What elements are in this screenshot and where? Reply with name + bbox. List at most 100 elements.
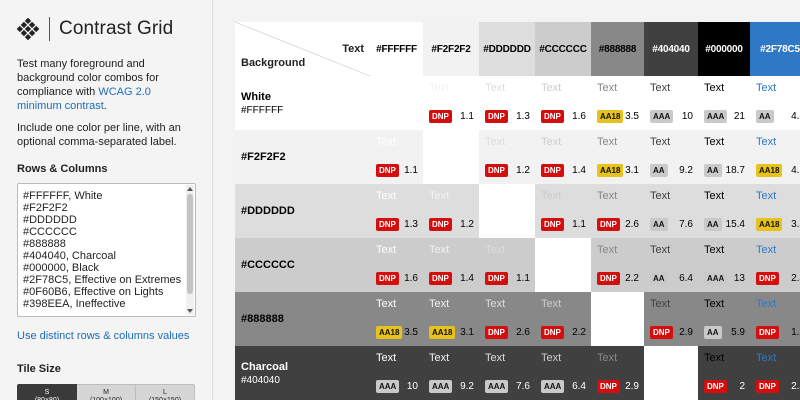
textarea-line: #0F60B6, Effective on Lights xyxy=(23,286,164,298)
sample-text: Text xyxy=(756,136,777,148)
column-header: #FFFFFF xyxy=(370,22,423,76)
sample-text: Text xyxy=(756,298,777,310)
scroll-down-icon[interactable] xyxy=(187,309,193,313)
sample-text: Text xyxy=(756,190,777,202)
contrast-ratio: 3.3 xyxy=(791,219,800,230)
rating-badge: DNP xyxy=(485,110,508,123)
contrast-tile: Text AAA 10 xyxy=(644,76,698,130)
sample-text: Text xyxy=(704,244,725,256)
contrast-ratio: 1.2 xyxy=(460,219,474,230)
tile-size-l-button[interactable]: L(150×150) xyxy=(136,384,195,400)
textarea-line: #888888 xyxy=(23,238,66,250)
contrast-tile: Text AA18 4.1 xyxy=(750,130,800,184)
column-header: #404040 xyxy=(644,22,698,76)
contrast-ratio: 3.1 xyxy=(460,327,474,338)
contrast-grid: Text Background #FFFFFF #F2F2F2 #DDDDDD #CCCC… xyxy=(235,22,800,400)
row-hex: #404040 xyxy=(241,374,280,386)
contrast-tile: Text DNP 1.1 xyxy=(535,184,591,238)
row-header: #DDDDDD xyxy=(235,184,370,238)
contrast-tile: Text DNP 2.9 xyxy=(644,292,698,346)
contrast-ratio: 1.1 xyxy=(516,273,530,284)
rating-badge: DNP xyxy=(541,164,564,177)
contrast-tile: Text DNP 1.6 xyxy=(370,238,423,292)
contrast-tile: Text DNP 2.6 xyxy=(591,184,644,238)
contrast-tile: Text DNP 2.2 xyxy=(591,238,644,292)
rating-badge: DNP xyxy=(376,272,399,285)
textarea-line: #F2F2F2 xyxy=(23,202,68,214)
sample-text: Text xyxy=(597,190,618,202)
column-header: #888888 xyxy=(591,22,644,76)
rating-badge: AAA xyxy=(376,380,400,393)
column-header: #CCCCCC xyxy=(535,22,591,76)
colors-textarea[interactable]: #FFFFFF, White #F2F2F2 #DDDDDD #CCCCCC #8888… xyxy=(17,183,196,317)
row-header: White #FFFFFF xyxy=(235,76,370,130)
sample-text: Text xyxy=(541,190,562,202)
tile-size-selector: S(80×80)M(100×100)L(150×150) xyxy=(17,384,195,400)
tile-size-m-button[interactable]: M(100×100) xyxy=(77,384,136,400)
rating-badge: DNP xyxy=(485,164,508,177)
contrast-tile: Text DNP 2.9 xyxy=(591,346,644,400)
distinct-values-link[interactable]: Use distinct rows & columns values xyxy=(17,330,195,342)
rating-badge: AA18 xyxy=(429,326,456,339)
grid-row: #888888 Text AA18 3.5 Text AA18 3.1 Text DNP 2.6 T… xyxy=(235,292,800,346)
scroll-up-icon[interactable] xyxy=(187,187,193,191)
contrast-ratio: 2.9 xyxy=(625,381,639,392)
contrast-ratio: 1.2 xyxy=(516,165,530,176)
rating-badge: DNP xyxy=(485,326,508,339)
rating-badge: AAA xyxy=(650,110,674,123)
rating-badge: DNP xyxy=(756,272,779,285)
rows-columns-heading: Rows & Columns xyxy=(17,163,108,175)
sample-text: Text xyxy=(650,82,671,94)
tile-size-label: M xyxy=(103,389,109,396)
row-header: Charcoal #404040 xyxy=(235,346,370,400)
contrast-tile: Text DNP 1.2 xyxy=(750,292,800,346)
contrast-tile: Text DNP 1.2 xyxy=(423,184,479,238)
sample-text: Text xyxy=(429,298,450,310)
tile-size-s-button[interactable]: S(80×80) xyxy=(17,384,77,400)
corner-background-label: Background xyxy=(241,57,306,69)
rating-badge: DNP xyxy=(756,380,779,393)
contrast-tile: Text DNP 1.1 xyxy=(479,238,535,292)
brand-header: Contrast Grid xyxy=(17,16,195,42)
sample-text: Text xyxy=(704,190,725,202)
rating-badge: AA xyxy=(704,164,722,177)
textarea-line: #2F78C5, Effective on Extremes xyxy=(23,274,182,286)
contrast-ratio: 7.6 xyxy=(679,219,693,230)
rating-badge: AAA xyxy=(704,272,728,285)
contrast-tile: Text DNP 1.3 xyxy=(370,184,423,238)
grid-row: #F2F2F2 Text DNP 1.1 Text DNP 1.2 Text DNP 1.4 Tex… xyxy=(235,130,800,184)
grid-row: White #FFFFFF Text DNP 1.1 Text DNP 1.3 Text DNP 1… xyxy=(235,76,800,130)
sample-text: Text xyxy=(704,136,725,148)
row-header: #F2F2F2 xyxy=(235,130,370,184)
intro-text: Test many foreground and background colo… xyxy=(17,58,159,112)
contrast-ratio: 2.9 xyxy=(679,327,693,338)
tile-size-label: S xyxy=(44,389,50,396)
sample-text: Text xyxy=(597,244,618,256)
rating-badge: DNP xyxy=(429,218,452,231)
contrast-ratio: 1.1 xyxy=(460,111,474,122)
contrast-tile: Text DNP 2 xyxy=(698,346,750,400)
sample-text: Text xyxy=(756,352,777,364)
contrast-ratio: 18.7 xyxy=(725,165,745,176)
column-header: #000000 xyxy=(698,22,750,76)
scrollbar-thumb[interactable] xyxy=(187,194,193,294)
sample-text: Text xyxy=(650,136,671,148)
column-header: #2F78C5 xyxy=(750,22,800,76)
rating-badge: AA xyxy=(704,326,722,339)
rating-badge: AA xyxy=(650,272,668,285)
contrast-tile: Text DNP 2.3 xyxy=(750,346,800,400)
rating-badge: DNP xyxy=(597,380,620,393)
contrast-tile: Text AA 15.4 xyxy=(698,184,750,238)
tile-size-heading: Tile Size xyxy=(17,363,61,375)
contrast-tile: Text AAA 10 xyxy=(370,346,423,400)
contrast-tile xyxy=(370,76,423,130)
rating-badge: DNP xyxy=(541,326,564,339)
sample-text: Text xyxy=(541,136,562,148)
rating-badge: AA xyxy=(756,110,774,123)
contrast-tile: Text AA18 3.1 xyxy=(423,292,479,346)
grid-corner: Text Background xyxy=(235,22,370,76)
contrast-tile: Text AA 5.9 xyxy=(698,292,750,346)
column-header: #F2F2F2 xyxy=(423,22,479,76)
sample-text: Text xyxy=(704,352,725,364)
rating-badge: DNP xyxy=(376,218,399,231)
